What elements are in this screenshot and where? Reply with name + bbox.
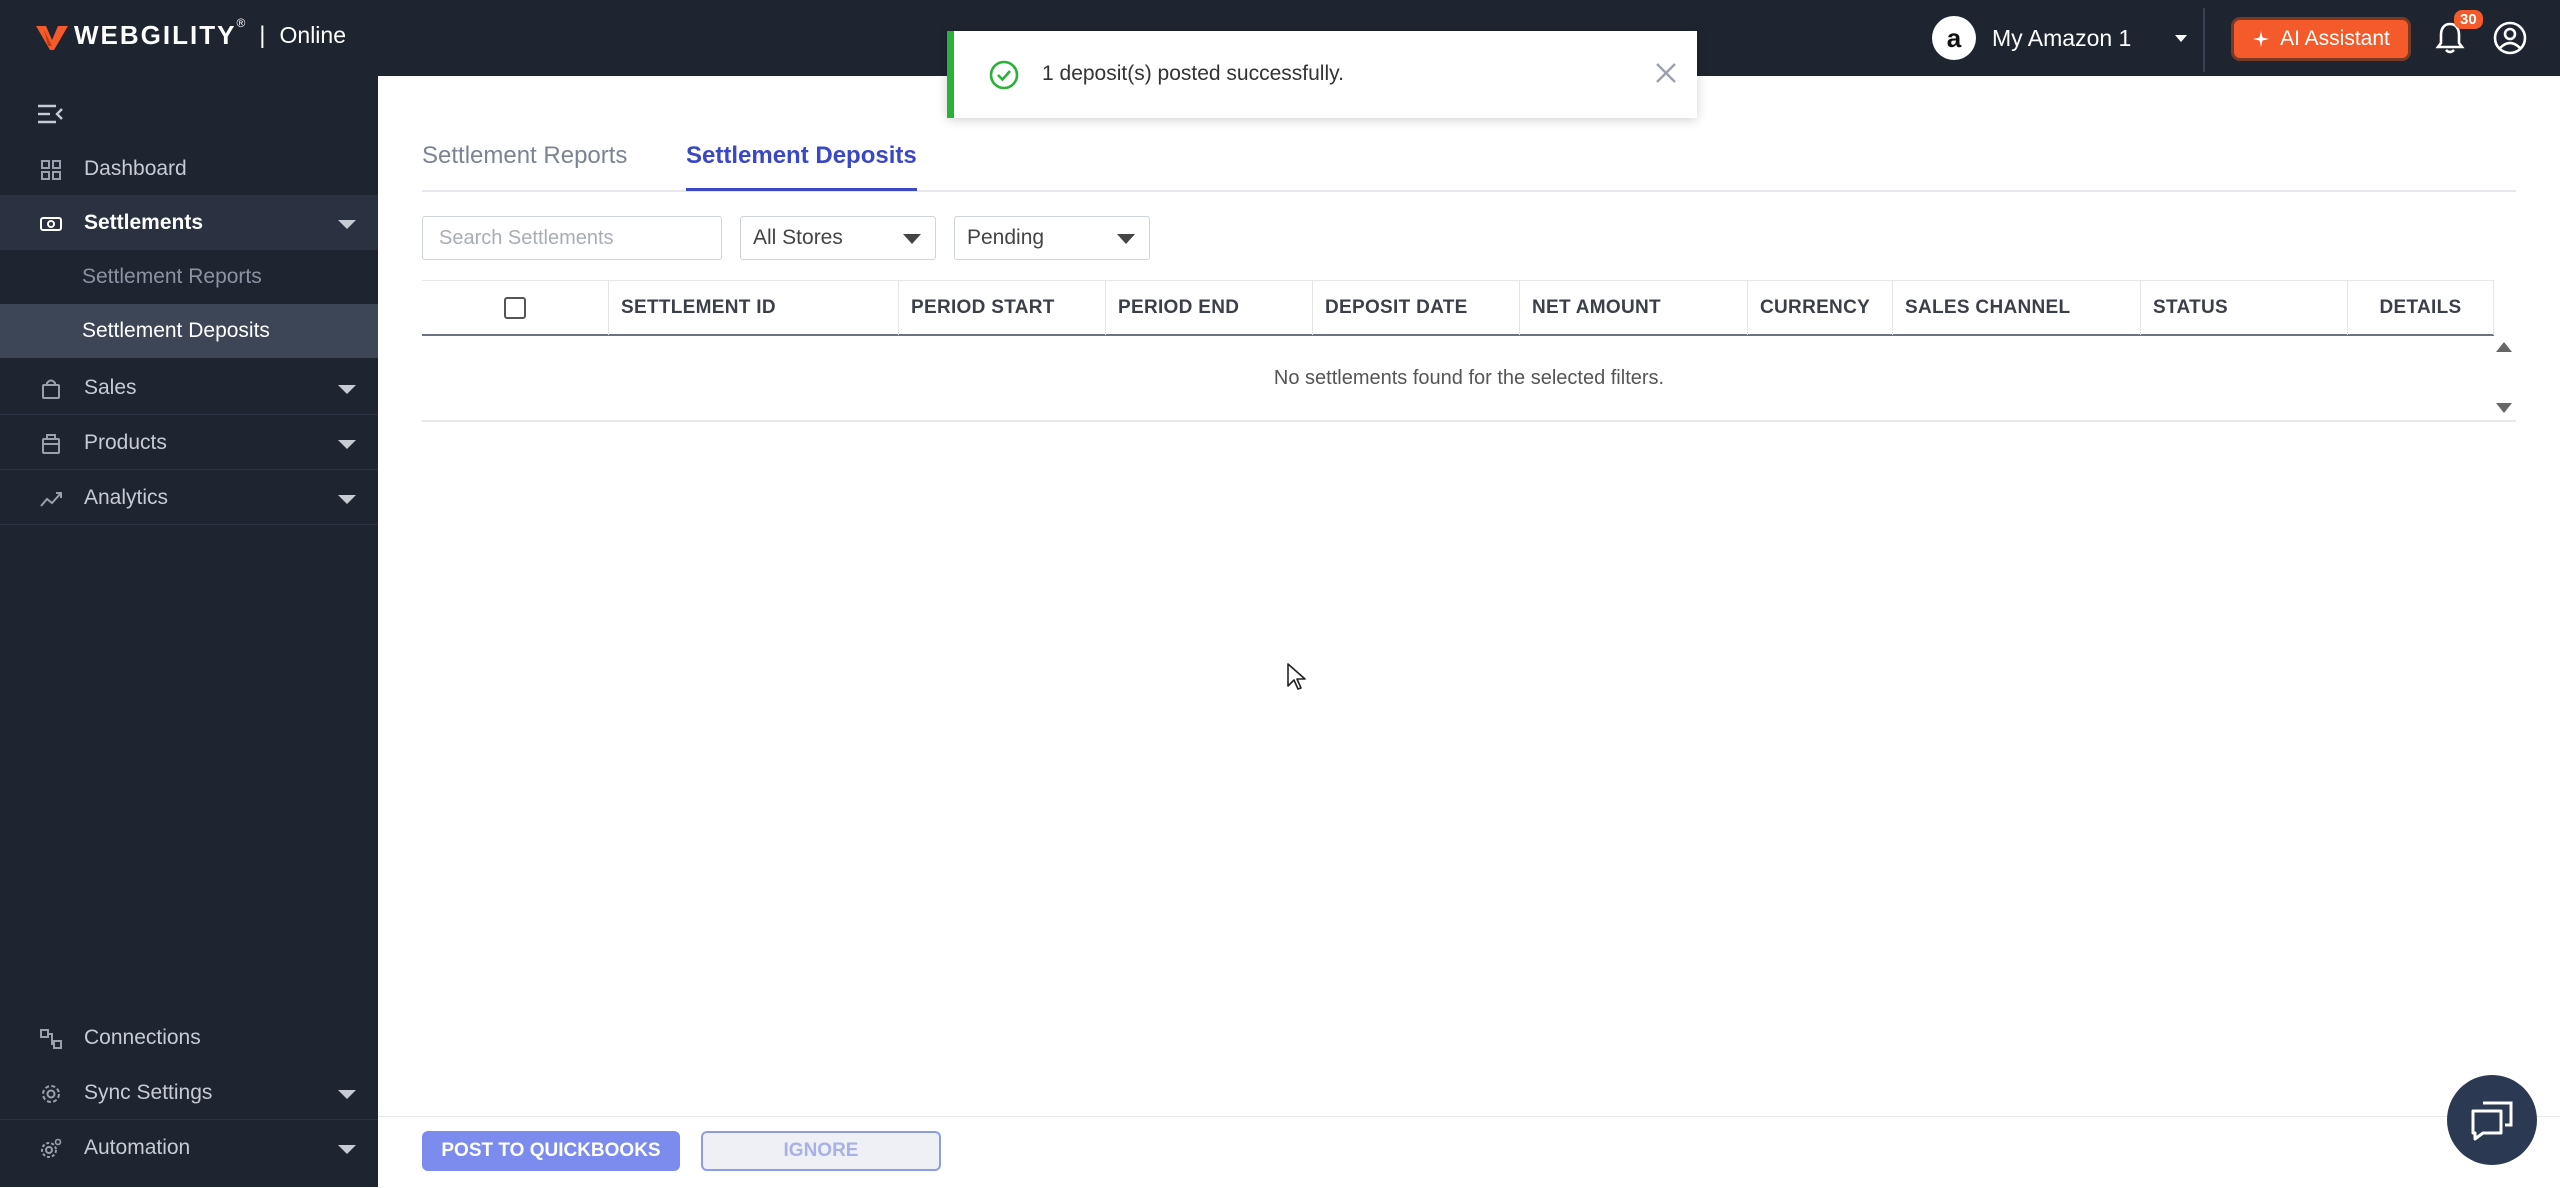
brand-edition: Online: [279, 22, 346, 48]
select-all-cell: [422, 281, 608, 335]
sidebar-item-automation[interactable]: Automation: [0, 1121, 378, 1175]
store-filter-select[interactable]: All Stores: [740, 216, 936, 260]
ai-assistant-label: AI Assistant: [2280, 27, 2390, 50]
analytics-icon: [40, 492, 62, 507]
sidebar-item-dashboard[interactable]: Dashboard: [0, 142, 378, 196]
webgility-logo-mark: [36, 25, 68, 50]
sidebar-item-label: Analytics: [84, 485, 169, 509]
sidebar-item-label: Settlements: [84, 210, 204, 234]
close-icon[interactable]: [1654, 61, 1678, 85]
success-toast: 1 deposit(s) posted successfully.: [947, 31, 1697, 118]
dashboard-icon: [41, 160, 61, 180]
ai-assistant-button[interactable]: AI Assistant: [2234, 20, 2408, 58]
sidebar-subitem-label: Settlement Reports: [82, 265, 262, 288]
sidebar-item-settlements[interactable]: Settlements: [0, 196, 378, 250]
mouse-pointer-icon: [1287, 663, 1306, 690]
chevron-down-icon: [338, 495, 356, 504]
settlements-icon: [40, 217, 62, 231]
chevron-down-icon: [338, 1145, 356, 1154]
header-divider: [2203, 8, 2205, 72]
user-profile-icon[interactable]: [2492, 20, 2528, 56]
empty-table-message: No settlements found for the selected fi…: [422, 336, 2516, 422]
automation-icon: [41, 1138, 62, 1158]
brand-separator: |: [259, 21, 266, 49]
chevron-down-icon: [903, 234, 921, 244]
sidebar-item-label: Automation: [84, 1136, 191, 1159]
notification-badge: 30: [2454, 10, 2483, 29]
tab-settlement-reports[interactable]: Settlement Reports: [422, 142, 627, 188]
sidebar-subitem-label: Settlement Deposits: [82, 319, 270, 342]
column-header-deposit-date[interactable]: DEPOSIT DATE: [1312, 281, 1519, 335]
sidebar-item-analytics[interactable]: Analytics: [0, 471, 378, 525]
sidebar-item-products[interactable]: Products: [0, 416, 378, 470]
chevron-down-icon: [338, 440, 356, 449]
chevron-down-icon: [338, 220, 356, 229]
select-all-checkbox[interactable]: [504, 297, 526, 319]
chevron-down-icon: [338, 385, 356, 394]
toast-message: 1 deposit(s) posted successfully.: [1042, 62, 1344, 85]
column-header-sales-channel[interactable]: SALES CHANNEL: [1892, 281, 2140, 335]
settlement-tabs: Settlement Reports Settlement Deposits: [422, 140, 2516, 192]
store-selector[interactable]: a My Amazon 1: [1932, 14, 2188, 62]
tab-settlement-deposits[interactable]: Settlement Deposits: [686, 142, 917, 191]
ignore-button[interactable]: IGNORE: [701, 1131, 941, 1171]
chevron-down-icon: [2175, 34, 2188, 42]
sidebar-item-label: Products: [84, 430, 167, 454]
chat-support-button[interactable]: [2447, 1075, 2537, 1165]
sparkle-icon: [2253, 31, 2270, 47]
status-filter-value: Pending: [967, 226, 1045, 249]
sidebar-item-label: Sync Settings: [84, 1080, 213, 1104]
column-header-currency[interactable]: CURRENCY: [1747, 281, 1892, 335]
brand-registered-mark: ®: [236, 16, 246, 30]
column-header-net-amount[interactable]: NET AMOUNT: [1519, 281, 1747, 335]
post-to-quickbooks-button[interactable]: POST TO QUICKBOOKS: [422, 1131, 680, 1171]
sidebar-item-label: Connections: [84, 1026, 201, 1049]
chevron-down-icon: [338, 1090, 356, 1099]
store-name: My Amazon 1: [1992, 24, 2132, 51]
connections-icon: [40, 1029, 62, 1049]
products-icon: [42, 434, 60, 454]
scroll-up-arrow-icon[interactable]: [2496, 342, 2512, 352]
store-filter-value: All Stores: [753, 226, 843, 249]
sidebar-item-label: Sales: [84, 375, 137, 399]
sidebar-subitem-settlement-deposits[interactable]: Settlement Deposits: [0, 304, 378, 358]
column-header-period-start[interactable]: PERIOD START: [898, 281, 1105, 335]
webgility-logo[interactable]: WEBGILITY ® | Online: [36, 16, 346, 51]
success-check-icon: [989, 60, 1019, 90]
collapse-sidebar-icon[interactable]: [36, 102, 64, 126]
scroll-down-arrow-icon[interactable]: [2496, 403, 2512, 413]
chat-icon: [2471, 1101, 2513, 1141]
amazon-store-avatar: a: [1932, 16, 1976, 60]
chevron-down-icon: [1117, 234, 1135, 244]
column-header-status[interactable]: STATUS: [2140, 281, 2347, 335]
search-settlements-input[interactable]: [422, 216, 722, 260]
sales-bag-icon: [42, 379, 60, 399]
sidebar: Dashboard Settlements Settlement Reports…: [0, 76, 378, 1187]
sidebar-item-sales[interactable]: Sales: [0, 361, 378, 415]
column-header-settlement-id[interactable]: SETTLEMENT ID: [608, 281, 898, 335]
status-filter-select[interactable]: Pending: [954, 216, 1150, 260]
sidebar-item-label: Dashboard: [84, 156, 187, 180]
settlements-table-header: SETTLEMENT ID PERIOD START PERIOD END DE…: [422, 280, 2494, 336]
sidebar-item-connections[interactable]: Connections: [0, 1011, 378, 1065]
sidebar-subitem-settlement-reports[interactable]: Settlement Reports: [0, 250, 378, 304]
brand-name: WEBGILITY: [74, 20, 237, 50]
column-header-details: DETAILS: [2347, 281, 2494, 335]
gear-icon: [42, 1085, 60, 1103]
column-header-period-end[interactable]: PERIOD END: [1105, 281, 1312, 335]
sidebar-item-sync-settings[interactable]: Sync Settings: [0, 1066, 378, 1120]
